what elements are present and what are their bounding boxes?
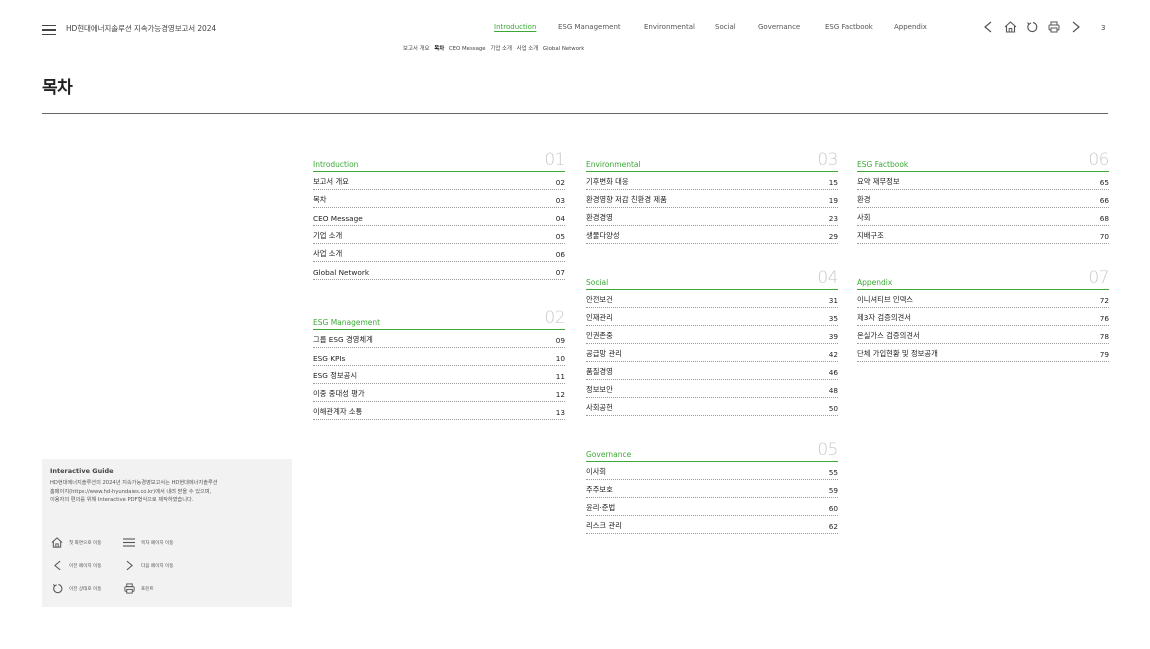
page-nav-icons — [980, 20, 1090, 34]
toc-item[interactable]: 환경 66 — [857, 190, 1109, 208]
prev-icon — [50, 560, 64, 572]
section-number: 04 — [817, 268, 838, 288]
toc-item[interactable]: 보고서 개요 02 — [313, 172, 565, 190]
section-number: 02 — [544, 308, 565, 328]
guide-item-prev: 이전 페이지 이동 — [50, 560, 122, 572]
toc-item[interactable]: 목차 03 — [313, 190, 565, 208]
toc-item[interactable]: 안전보건 31 — [586, 290, 838, 308]
toc-item[interactable]: 이사회 55 — [586, 462, 838, 480]
print-icon — [122, 583, 136, 595]
toc-item[interactable]: 주주보호 59 — [586, 480, 838, 498]
home-icon[interactable] — [1002, 20, 1018, 34]
subnav-company-intro[interactable]: 기업 소개 — [490, 46, 512, 52]
guide-item-home: 첫 화면으로 이동 — [50, 537, 122, 549]
toc-item[interactable]: 인재관리 35 — [586, 308, 838, 326]
section-title[interactable]: Social — [586, 278, 608, 287]
section-title[interactable]: ESG Management — [313, 318, 380, 327]
subnav-business-intro[interactable]: 사업 소개 — [517, 46, 539, 52]
interactive-guide: Interactive Guide HD현대에너지솔루션의 2024년 지속가능… — [42, 459, 292, 607]
toc-item[interactable]: Global Network 07 — [313, 262, 565, 280]
section-number: 05 — [817, 440, 838, 460]
section-title[interactable]: Appendix — [857, 278, 892, 287]
toc-item[interactable]: 환경경영 23 — [586, 208, 838, 226]
guide-item-next: 다음 페이지 이동 — [122, 560, 194, 572]
toc-item[interactable]: 이해관계자 소통 13 — [313, 402, 565, 420]
toc-section-esg-management: ESG Management 02 그룹 ESG 경영체계 09 ESG KPIs… — [313, 310, 565, 420]
guide-title: Interactive Guide — [50, 467, 114, 475]
guide-legend: 첫 화면으로 이동 목차 페이지 이동 이전 페이지 이동 다음 페이지 이동 … — [50, 531, 194, 600]
toc-item[interactable]: 지배구조 70 — [857, 226, 1109, 244]
guide-item-print: 프린트 — [122, 583, 194, 595]
toc-item[interactable]: 온실가스 검증의견서 78 — [857, 326, 1109, 344]
back-icon[interactable] — [1024, 20, 1040, 34]
toc-item[interactable]: 생물다양성 29 — [586, 226, 838, 244]
toc-section-appendix: Appendix 07 이니셔티브 인덱스 72 제3자 검증의견서 76 온실가스… — [857, 270, 1109, 362]
subnav-toc[interactable]: 목차 — [434, 46, 444, 52]
toc-item[interactable]: 이중 중대성 평가 12 — [313, 384, 565, 402]
menu-icon — [122, 537, 136, 549]
page-title: 목차 — [42, 78, 73, 98]
nav-governance[interactable]: Governance — [758, 23, 800, 31]
document-title: HD현대에너지솔루션 지속가능경영보고서 2024 — [66, 24, 217, 33]
nav-esg-management[interactable]: ESG Management — [558, 23, 621, 31]
prev-icon[interactable] — [980, 20, 996, 34]
section-title[interactable]: Environmental — [586, 160, 641, 169]
nav-appendix[interactable]: Appendix — [894, 23, 927, 31]
toc-item[interactable]: 제3자 검증의견서 76 — [857, 308, 1109, 326]
toc-item[interactable]: 사회 68 — [857, 208, 1109, 226]
toc-item[interactable]: 품질경영 46 — [586, 362, 838, 380]
toc-item[interactable]: 공급망 관리 42 — [586, 344, 838, 362]
home-icon — [50, 537, 64, 549]
toc-item[interactable]: 사업 소개 06 — [313, 244, 565, 262]
toc-section-esg-factbook: ESG Factbook 06 요약 재무정보 65 환경 66 사회 68 지배구조… — [857, 152, 1109, 244]
toc-item[interactable]: 그룹 ESG 경영체계 09 — [313, 330, 565, 348]
toc-section-governance: Governance 05 이사회 55 주주보호 59 윤리·준법 60 리스크 관… — [586, 442, 838, 534]
section-number: 06 — [1088, 150, 1109, 170]
toc-item[interactable]: CEO Message 04 — [313, 208, 565, 226]
section-title[interactable]: ESG Factbook — [857, 160, 908, 169]
toc-item[interactable]: 기후변화 대응 15 — [586, 172, 838, 190]
section-number: 07 — [1088, 268, 1109, 288]
toc-item[interactable]: 정보보안 48 — [586, 380, 838, 398]
section-number: 03 — [817, 150, 838, 170]
print-icon[interactable] — [1046, 20, 1062, 34]
nav-esg-factbook[interactable]: ESG Factbook — [825, 23, 873, 31]
toc-item[interactable]: 단체 가입현황 및 정보공개 79 — [857, 344, 1109, 362]
guide-item-back: 이전 상태로 이동 — [50, 583, 122, 595]
toc-item[interactable]: 사회공헌 50 — [586, 398, 838, 416]
nav-social[interactable]: Social — [715, 23, 736, 31]
subnav-ceo-message[interactable]: CEO Message — [449, 46, 486, 52]
toc-section-introduction: Introduction 01 보고서 개요 02 목차 03 CEO Messag… — [313, 152, 565, 280]
next-icon[interactable] — [1068, 20, 1084, 34]
toc-item[interactable]: 윤리·준법 60 — [586, 498, 838, 516]
toc-item[interactable]: 기업 소개 05 — [313, 226, 565, 244]
toc-section-environmental: Environmental 03 기후변화 대응 15 환경영향 저감 친환경 제… — [586, 152, 838, 244]
next-icon — [122, 560, 136, 572]
toc-item[interactable]: ESG KPIs 10 — [313, 348, 565, 366]
menu-icon[interactable] — [42, 25, 56, 35]
nav-introduction[interactable]: Introduction — [494, 23, 536, 31]
toc-item[interactable]: 인권존중 39 — [586, 326, 838, 344]
section-title[interactable]: Introduction — [313, 160, 358, 169]
subnav-global-network[interactable]: Global Network — [543, 46, 584, 52]
toc-item[interactable]: 요약 재무정보 65 — [857, 172, 1109, 190]
subnav-report-overview[interactable]: 보고서 개요 — [403, 46, 430, 52]
back-icon — [50, 583, 64, 595]
guide-description: HD현대에너지솔루션의 2024년 지속가능경영보고서는 HD현대에너지솔루션 … — [50, 480, 218, 503]
page-number: 3 — [1101, 24, 1106, 32]
toc-item[interactable]: ESG 정보공시 11 — [313, 366, 565, 384]
nav-environmental[interactable]: Environmental — [644, 23, 695, 31]
toc-item[interactable]: 환경영향 저감 친환경 제품 19 — [586, 190, 838, 208]
toc-item[interactable]: 이니셔티브 인덱스 72 — [857, 290, 1109, 308]
section-title[interactable]: Governance — [586, 450, 631, 459]
guide-item-menu: 목차 페이지 이동 — [122, 537, 194, 549]
sub-navigation: 보고서 개요 목차 CEO Message 기업 소개 사업 소개 Global… — [403, 44, 587, 52]
toc-item[interactable]: 리스크 관리 62 — [586, 516, 838, 534]
toc-section-social: Social 04 안전보건 31 인재관리 35 인권존중 39 공급망 관리 42 … — [586, 270, 838, 416]
section-number: 01 — [544, 150, 565, 170]
title-divider — [42, 113, 1108, 114]
